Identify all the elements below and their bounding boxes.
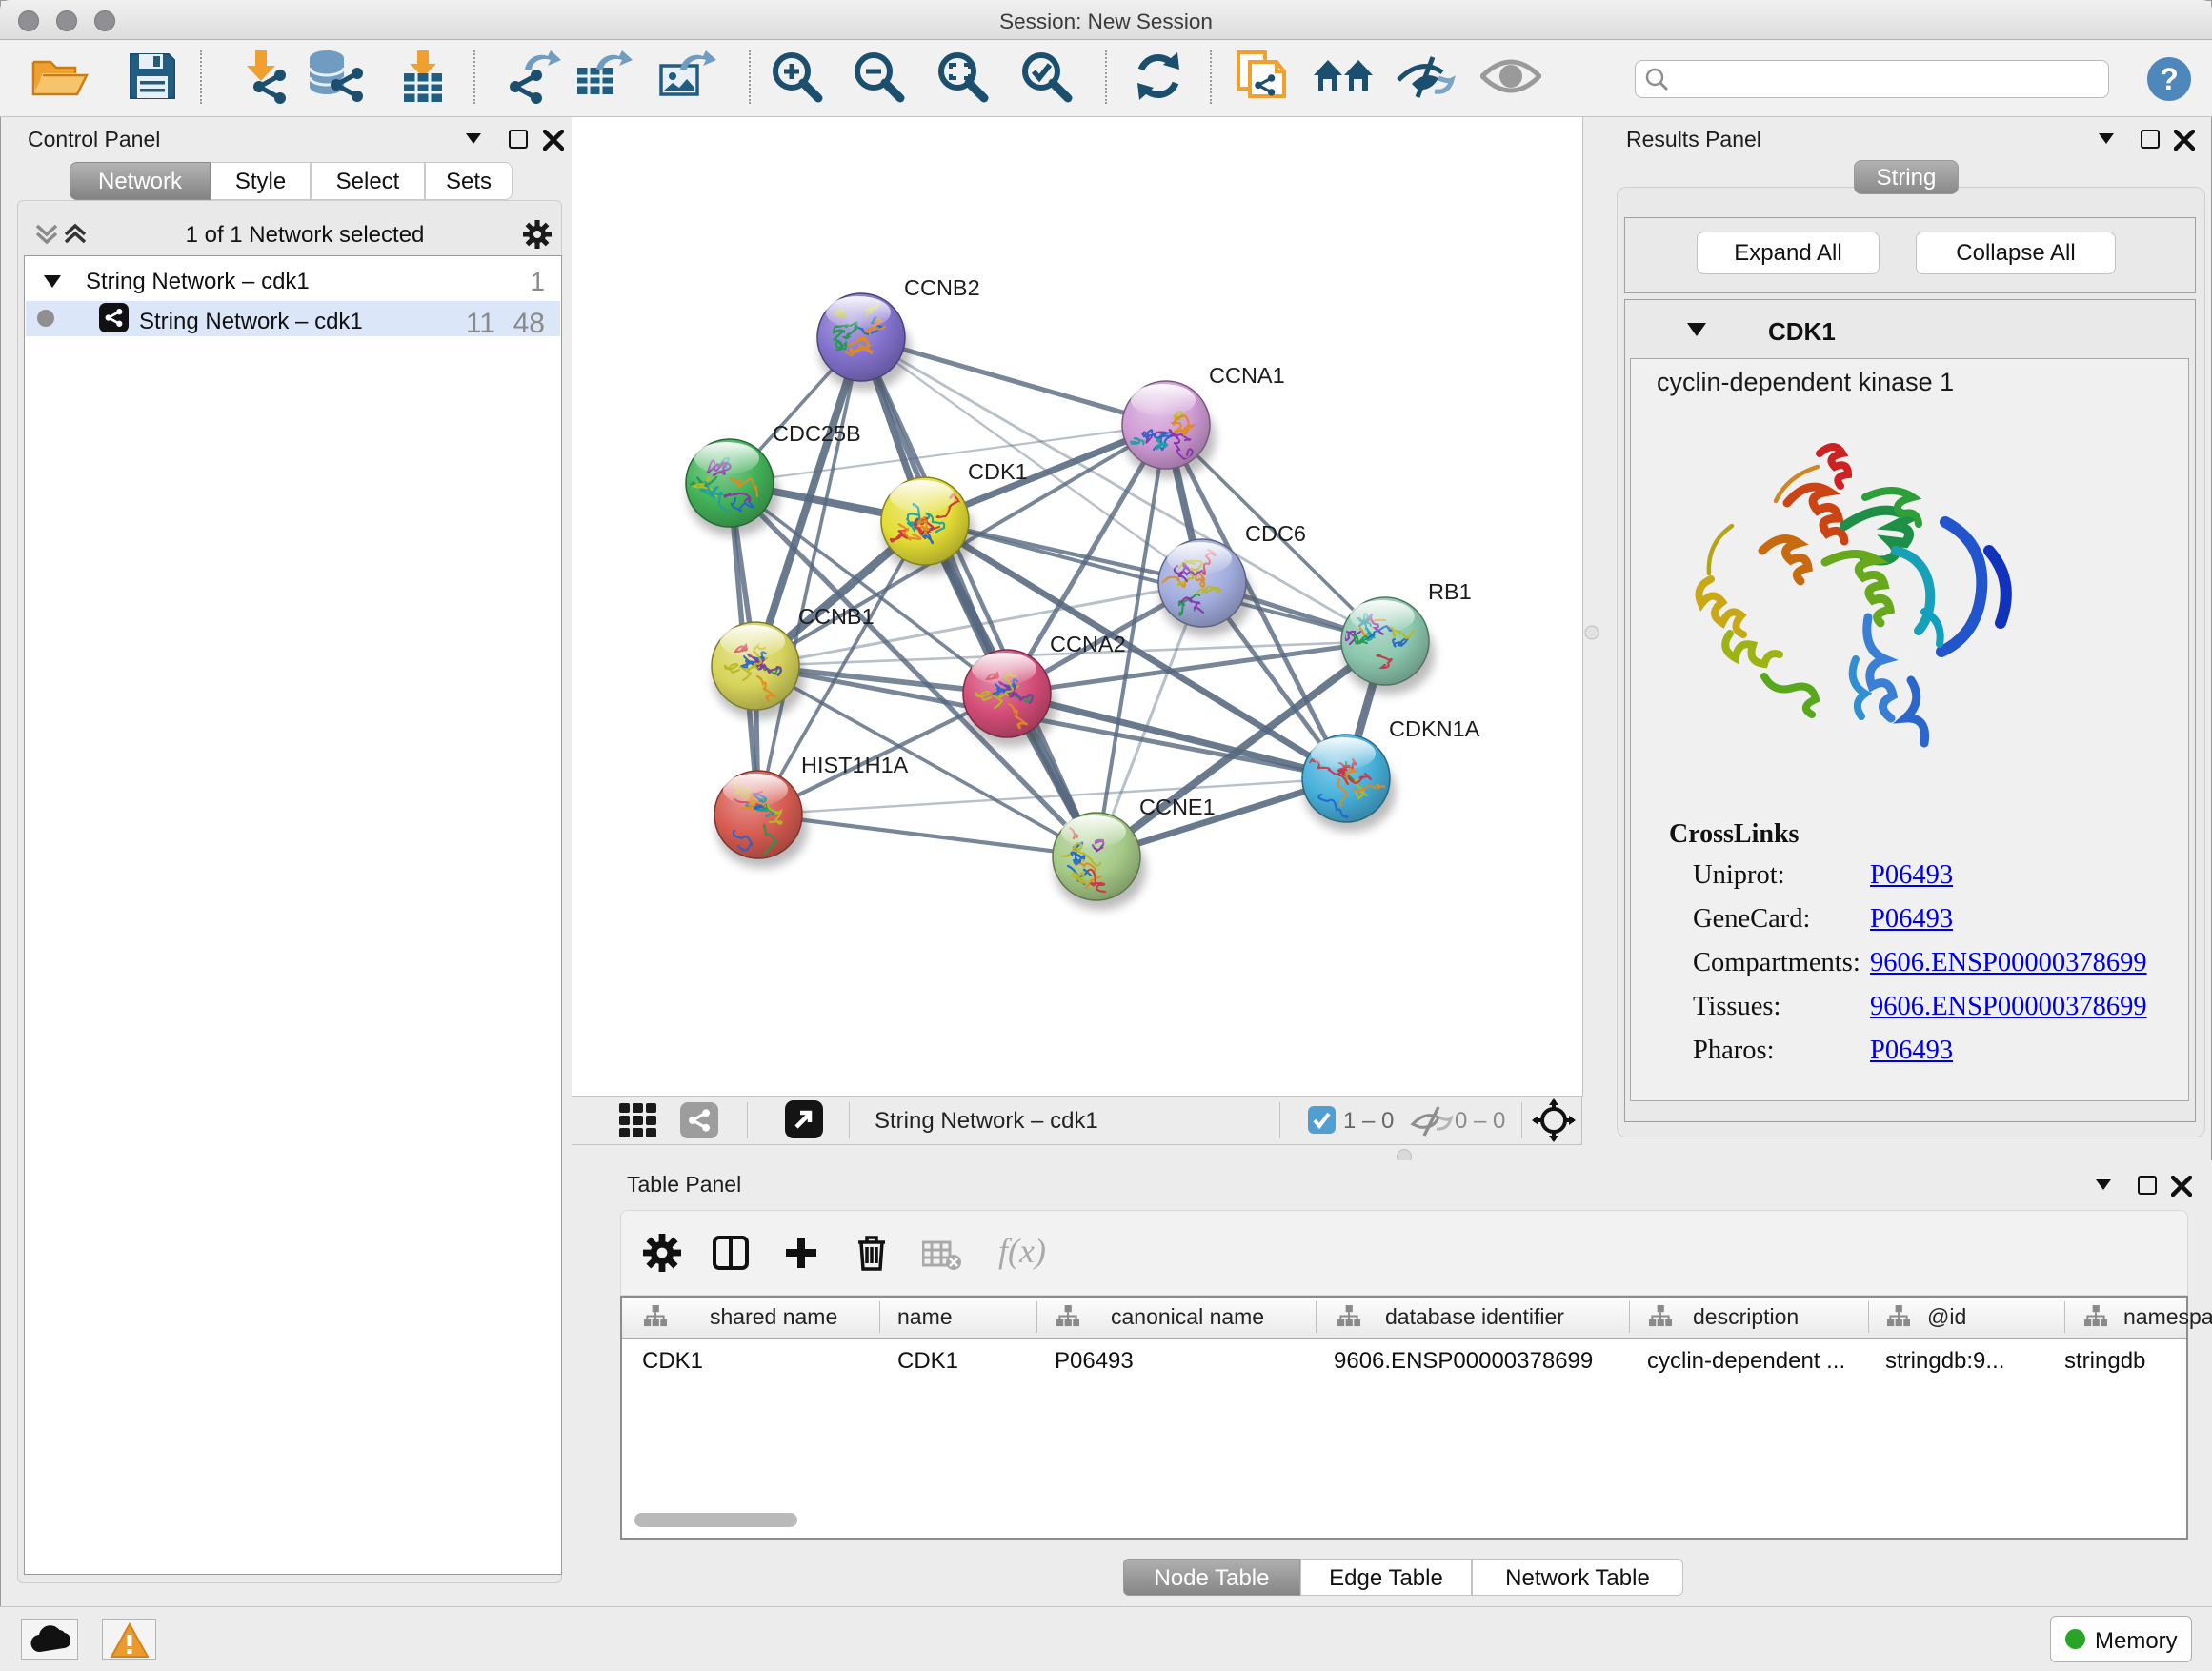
svg-text:CCNB2: CCNB2 (904, 275, 980, 300)
svg-text:?: ? (2160, 62, 2179, 96)
svg-text:CDKN1A: CDKN1A (1389, 716, 1480, 741)
svg-text:CCNB1: CCNB1 (798, 604, 875, 629)
svg-text:CDC25B: CDC25B (773, 421, 861, 446)
svg-text:RB1: RB1 (1428, 579, 1472, 604)
svg-text:CCNA2: CCNA2 (1050, 632, 1126, 656)
svg-text:CCNE1: CCNE1 (1139, 795, 1216, 819)
svg-text:HIST1H1A: HIST1H1A (801, 753, 909, 777)
svg-text:CCNA1: CCNA1 (1209, 363, 1285, 388)
svg-text:CDK1: CDK1 (968, 459, 1028, 484)
svg-text:CDC6: CDC6 (1245, 521, 1306, 546)
